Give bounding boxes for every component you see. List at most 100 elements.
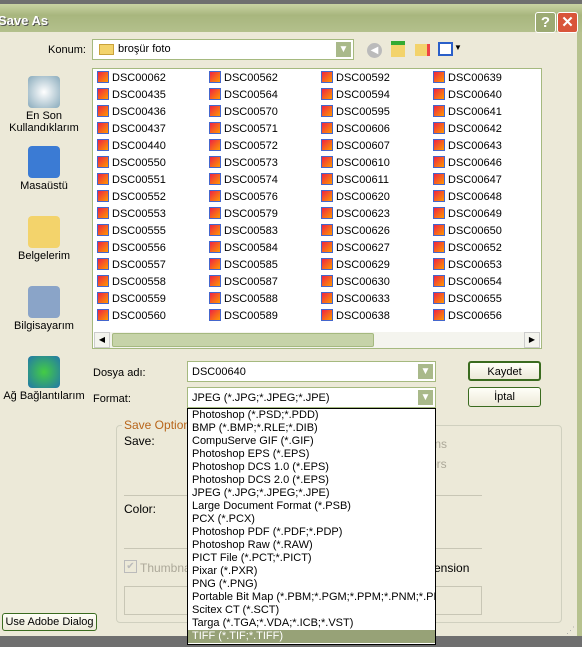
chevron-down-icon[interactable]: ▼ <box>335 41 352 58</box>
file-item[interactable]: DSC00573 <box>209 156 278 171</box>
file-item[interactable]: DSC00654 <box>433 275 502 290</box>
file-item[interactable]: DSC00606 <box>321 122 390 137</box>
file-item[interactable]: DSC00642 <box>433 122 502 137</box>
chevron-down-icon[interactable]: ▼ <box>417 389 434 406</box>
file-item[interactable]: DSC00630 <box>321 275 390 290</box>
format-option[interactable]: PCX (*.PCX) <box>188 513 435 526</box>
file-item[interactable]: DSC00626 <box>321 224 390 239</box>
format-option[interactable]: PNG (*.PNG) <box>188 578 435 591</box>
file-item[interactable]: DSC00570 <box>209 105 278 120</box>
file-item[interactable]: DSC00558 <box>97 275 166 290</box>
place-documents[interactable]: Belgelerim <box>0 216 88 262</box>
file-item[interactable]: DSC00655 <box>433 292 502 307</box>
scroll-thumb[interactable] <box>112 333 374 347</box>
file-item[interactable]: DSC00652 <box>433 241 502 256</box>
file-item[interactable]: DSC00583 <box>209 224 278 239</box>
file-item[interactable]: DSC00633 <box>321 292 390 307</box>
file-item[interactable]: DSC00640 <box>433 88 502 103</box>
caret-down-icon[interactable]: ▼ <box>454 43 462 52</box>
view-menu-icon[interactable] <box>438 42 453 56</box>
file-item[interactable]: DSC00559 <box>97 292 166 307</box>
file-item[interactable]: DSC00610 <box>321 156 390 171</box>
file-item[interactable]: DSC00571 <box>209 122 278 137</box>
file-item[interactable]: DSC00562 <box>209 71 278 86</box>
format-option[interactable]: Scitex CT (*.SCT) <box>188 604 435 617</box>
file-item[interactable]: DSC00595 <box>321 105 390 120</box>
file-item[interactable]: DSC00564 <box>209 88 278 103</box>
format-option[interactable]: Photoshop DCS 2.0 (*.EPS) <box>188 474 435 487</box>
file-item[interactable]: DSC00584 <box>209 241 278 256</box>
save-button[interactable]: Kaydet <box>468 361 541 381</box>
file-item[interactable]: DSC00435 <box>97 88 166 103</box>
format-option[interactable]: Portable Bit Map (*.PBM;*.PGM;*.PPM;*.PN… <box>188 591 435 604</box>
file-item[interactable]: DSC00553 <box>97 207 166 222</box>
file-item[interactable]: DSC00627 <box>321 241 390 256</box>
file-item[interactable]: DSC00592 <box>321 71 390 86</box>
format-option[interactable]: Photoshop Raw (*.RAW) <box>188 539 435 552</box>
file-item[interactable]: DSC00576 <box>209 190 278 205</box>
format-select[interactable]: JPEG (*.JPG;*.JPEG;*.JPE) ▼ <box>187 387 436 408</box>
help-button[interactable]: ? <box>535 12 556 33</box>
format-option[interactable]: Pixar (*.PXR) <box>188 565 435 578</box>
back-icon[interactable]: ◀ <box>367 43 382 58</box>
file-item[interactable]: DSC00062 <box>97 71 166 86</box>
file-item[interactable]: DSC00653 <box>433 258 502 273</box>
file-item[interactable]: DSC00656 <box>433 309 502 324</box>
format-dropdown-list[interactable]: Photoshop (*.PSD;*.PDD) BMP (*.BMP;*.RLE;… <box>187 408 436 645</box>
file-item[interactable]: DSC00572 <box>209 139 278 154</box>
file-item[interactable]: DSC00588 <box>209 292 278 307</box>
file-item[interactable]: DSC00555 <box>97 224 166 239</box>
scroll-left-arrow[interactable]: ◀ <box>94 332 110 348</box>
file-item[interactable]: DSC00579 <box>209 207 278 222</box>
format-option[interactable]: BMP (*.BMP;*.RLE;*.DIB) <box>188 422 435 435</box>
chevron-down-icon[interactable]: ▼ <box>417 363 434 380</box>
resize-grip[interactable]: ⋰ <box>566 625 575 636</box>
file-item[interactable]: DSC00641 <box>433 105 502 120</box>
location-combo[interactable]: broşür foto ▼ <box>92 39 354 60</box>
format-option[interactable]: Targa (*.TGA;*.VDA;*.ICB;*.VST) <box>188 617 435 630</box>
file-item[interactable]: DSC00646 <box>433 156 502 171</box>
place-desktop[interactable]: Masaüstü <box>0 146 88 192</box>
file-item[interactable]: DSC00649 <box>433 207 502 222</box>
file-item[interactable]: DSC00551 <box>97 173 166 188</box>
file-item[interactable]: DSC00550 <box>97 156 166 171</box>
place-network[interactable]: Ağ Bağlantılarım <box>0 356 88 402</box>
file-item[interactable]: DSC00629 <box>321 258 390 273</box>
file-item[interactable]: DSC00650 <box>433 224 502 239</box>
place-recent[interactable]: En Son Kullandıklarım <box>0 76 88 134</box>
format-option[interactable]: Photoshop (*.PSD;*.PDD) <box>188 409 435 422</box>
format-option[interactable]: Photoshop PDF (*.PDF;*.PDP) <box>188 526 435 539</box>
file-item[interactable]: DSC00607 <box>321 139 390 154</box>
format-option[interactable]: JPEG (*.JPG;*.JPEG;*.JPE) <box>188 487 435 500</box>
format-option[interactable]: TIFF (*.TIF;*.TIFF) <box>188 630 435 643</box>
file-item[interactable]: DSC00574 <box>209 173 278 188</box>
format-option[interactable]: Large Document Format (*.PSB) <box>188 500 435 513</box>
place-computer[interactable]: Bilgisayarım <box>0 286 88 332</box>
file-item[interactable]: DSC00620 <box>321 190 390 205</box>
file-item[interactable]: DSC00623 <box>321 207 390 222</box>
format-option[interactable]: CompuServe GIF (*.GIF) <box>188 435 435 448</box>
format-option[interactable]: PICT File (*.PCT;*.PICT) <box>188 552 435 565</box>
close-button[interactable]: ✕ <box>557 12 578 33</box>
file-item[interactable]: DSC00557 <box>97 258 166 273</box>
file-item[interactable]: DSC00611 <box>321 173 389 188</box>
file-item[interactable]: DSC00587 <box>209 275 278 290</box>
file-item[interactable]: DSC00440 <box>97 139 166 154</box>
file-item[interactable]: DSC00638 <box>321 309 390 324</box>
format-option[interactable]: Photoshop DCS 1.0 (*.EPS) <box>188 461 435 474</box>
file-item[interactable]: DSC00594 <box>321 88 390 103</box>
filename-input[interactable]: DSC00640 ▼ <box>187 361 436 382</box>
file-item[interactable]: DSC00643 <box>433 139 502 154</box>
up-folder-icon[interactable] <box>391 41 405 57</box>
file-item[interactable]: DSC00560 <box>97 309 166 324</box>
cancel-button[interactable]: İptal <box>468 387 541 407</box>
new-folder-icon[interactable] <box>415 44 430 56</box>
file-item[interactable]: DSC00556 <box>97 241 166 256</box>
file-item[interactable]: DSC00589 <box>209 309 278 324</box>
file-item[interactable]: DSC00585 <box>209 258 278 273</box>
file-list[interactable]: ◀ ▶ DSC00062 DSC00435 DSC00436 DSC00437 DSC0… <box>92 68 542 349</box>
file-item[interactable]: DSC00647 <box>433 173 502 188</box>
format-option[interactable]: Photoshop EPS (*.EPS) <box>188 448 435 461</box>
file-item[interactable]: DSC00437 <box>97 122 166 137</box>
file-item[interactable]: DSC00552 <box>97 190 166 205</box>
